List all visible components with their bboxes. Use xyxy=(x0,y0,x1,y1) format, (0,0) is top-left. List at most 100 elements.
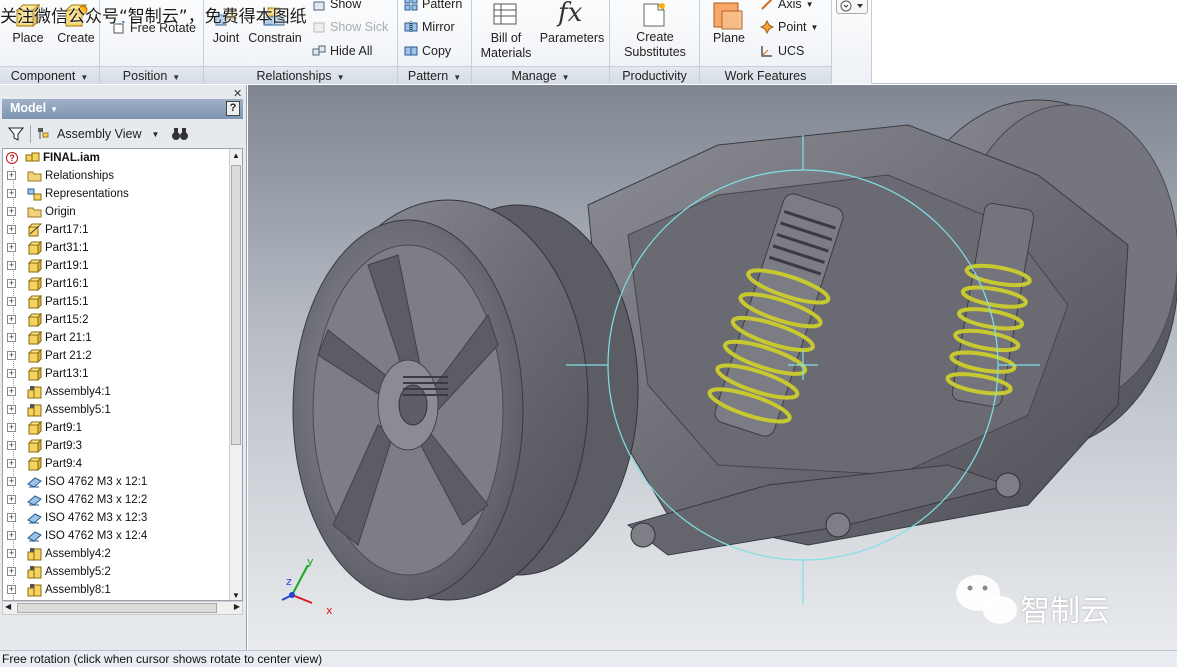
expand-icon[interactable]: + xyxy=(7,585,16,594)
expand-icon[interactable]: + xyxy=(7,243,16,252)
expand-icon[interactable]: + xyxy=(7,225,16,234)
expand-icon[interactable]: + xyxy=(7,405,16,414)
panel-title-pattern[interactable]: Pattern ▼ xyxy=(398,66,471,84)
scroll-left-icon[interactable]: ◀ xyxy=(5,602,11,611)
expand-icon[interactable]: + xyxy=(7,333,16,342)
expand-icon[interactable]: + xyxy=(7,567,16,576)
tree-item[interactable]: + Part9:4 xyxy=(3,455,242,473)
panel-title-position[interactable]: Position ▼ xyxy=(100,66,203,84)
panel-title-productivity[interactable]: Productivity xyxy=(610,66,699,84)
binoculars-icon[interactable] xyxy=(171,127,189,141)
expand-icon[interactable]: + xyxy=(7,315,16,324)
expand-icon[interactable]: + xyxy=(7,351,16,360)
create-button[interactable]: Create xyxy=(54,31,98,46)
point-button[interactable]: Point ▼ xyxy=(760,20,818,34)
parameters-button[interactable]: Parameters xyxy=(536,31,608,46)
tree-item-label: Origin xyxy=(45,206,76,218)
expand-icon[interactable]: + xyxy=(7,423,16,432)
constrain-button[interactable]: Constrain xyxy=(246,31,304,46)
expand-icon[interactable]: + xyxy=(7,261,16,270)
panel-title-relationships[interactable]: Relationships ▼ xyxy=(204,66,397,84)
show-sick-button[interactable]: Show Sick xyxy=(312,20,388,34)
create-substitutes-button[interactable]: Create Substitutes xyxy=(612,30,698,60)
tree-item[interactable]: + Assembly4:1 xyxy=(3,383,242,401)
tree-item-label: Assembly8:1 xyxy=(45,584,111,596)
tree-item[interactable]: + Representations xyxy=(3,185,242,203)
tree-item[interactable]: + Part13:1 xyxy=(3,365,242,383)
tree-item-label: ISO 4762 M3 x 12:1 xyxy=(45,476,148,488)
show-button[interactable]: Show xyxy=(312,0,361,11)
expand-icon[interactable]: + xyxy=(7,441,16,450)
tree-item[interactable]: + Relationships xyxy=(3,167,242,185)
expand-icon[interactable]: + xyxy=(7,387,16,396)
axis-button[interactable]: Axis ▼ xyxy=(760,0,814,11)
tree-item[interactable]: + ISO 4762 M3 x 12:1 xyxy=(3,473,242,491)
expand-icon[interactable]: + xyxy=(7,549,16,558)
tree-item[interactable]: + Part15:1 xyxy=(3,293,242,311)
expand-icon[interactable]: + xyxy=(7,477,16,486)
tree-item[interactable]: + ISO 4762 M3 x 12:2 xyxy=(3,491,242,509)
tree-item[interactable]: + Part9:1 xyxy=(3,419,242,437)
help-circle-icon[interactable]: ? xyxy=(6,152,18,164)
tree-item-label: Part9:4 xyxy=(45,458,83,470)
panel-title-manage[interactable]: Manage ▼ xyxy=(472,66,609,84)
tree-item[interactable]: + Part 21:1 xyxy=(3,329,242,347)
plane-button[interactable]: Plane xyxy=(706,31,752,46)
tree-item[interactable]: + ISO 4762 M3 x 12:3 xyxy=(3,509,242,527)
tree-item[interactable]: + Part16:1 xyxy=(3,275,242,293)
expand-icon[interactable]: + xyxy=(7,207,16,216)
tree-item[interactable]: + Part9:3 xyxy=(3,437,242,455)
assembly-view-dropdown[interactable]: Assembly View ▼ xyxy=(37,127,159,141)
tree-item[interactable]: + Assembly4:2 xyxy=(3,545,242,563)
expand-icon[interactable]: + xyxy=(7,513,16,522)
expand-icon[interactable]: + xyxy=(7,189,16,198)
expand-icon[interactable]: + xyxy=(7,459,16,468)
tree-item[interactable]: + Assembly5:2 xyxy=(3,563,242,581)
part-icon xyxy=(27,240,43,256)
scroll-right-icon[interactable]: ▶ xyxy=(234,602,240,611)
tree-item-label: Part16:1 xyxy=(45,278,89,290)
panel-title-component[interactable]: Component ▼ xyxy=(0,66,99,84)
expand-icon[interactable]: + xyxy=(7,369,16,378)
expand-icon[interactable]: + xyxy=(7,171,16,180)
part-icon xyxy=(27,438,43,454)
pattern-button[interactable]: Pattern xyxy=(404,0,462,11)
help-icon[interactable]: ? xyxy=(226,101,240,116)
panel-title-work-features[interactable]: Work Features xyxy=(700,66,831,84)
assembly-icon xyxy=(27,385,42,399)
tree-item[interactable]: + Origin xyxy=(3,203,242,221)
tree-item[interactable]: + Part 21:2 xyxy=(3,347,242,365)
scrollbar-thumb[interactable] xyxy=(231,165,241,445)
ucs-button[interactable]: UCS xyxy=(760,44,804,58)
chevron-down-icon: ▼ xyxy=(336,73,345,82)
joint-button[interactable]: Joint xyxy=(208,31,244,46)
tree-item[interactable]: + Part19:1 xyxy=(3,257,242,275)
scroll-up-icon[interactable]: ▲ xyxy=(232,151,240,160)
tree-item-label: Part15:1 xyxy=(45,296,89,308)
expand-icon[interactable]: + xyxy=(7,279,16,288)
tree-item[interactable]: + Part17:1 xyxy=(3,221,242,239)
tree-horizontal-scrollbar[interactable]: ◀ ▶ xyxy=(2,601,243,615)
model-tab-header[interactable]: Model ▼ ? xyxy=(2,99,243,119)
tree-item[interactable]: + Assembly5:1 xyxy=(3,401,242,419)
expand-icon[interactable]: + xyxy=(7,297,16,306)
tree-item[interactable]: + Assembly8:1 xyxy=(3,581,242,599)
tree-vertical-scrollbar[interactable]: ▲ ▼ xyxy=(229,149,242,600)
tree-item[interactable]: + Part31:1 xyxy=(3,239,242,257)
expand-icon[interactable]: + xyxy=(7,531,16,540)
bill-of-materials-button[interactable]: Bill of Materials xyxy=(474,31,538,61)
hide-all-button[interactable]: Hide All xyxy=(312,44,372,58)
mirror-button[interactable]: Mirror xyxy=(404,20,455,34)
scrollbar-thumb[interactable] xyxy=(17,603,217,613)
tree-item[interactable]: + ISO 4762 M3 x 12:4 xyxy=(3,527,242,545)
place-button[interactable]: Place xyxy=(10,31,46,46)
folder-icon xyxy=(27,205,42,219)
copy-button[interactable]: Copy xyxy=(404,44,451,58)
expand-icon[interactable]: + xyxy=(7,495,16,504)
overflow-dropdown-button[interactable] xyxy=(836,0,868,14)
tree-item[interactable]: + Part15:2 xyxy=(3,311,242,329)
tree-root-item[interactable]: ? FINAL.iam xyxy=(3,149,242,167)
graphics-viewport[interactable]: x y z xyxy=(248,85,1177,650)
scroll-down-icon[interactable]: ▼ xyxy=(232,591,240,600)
filter-icon[interactable] xyxy=(8,126,24,142)
